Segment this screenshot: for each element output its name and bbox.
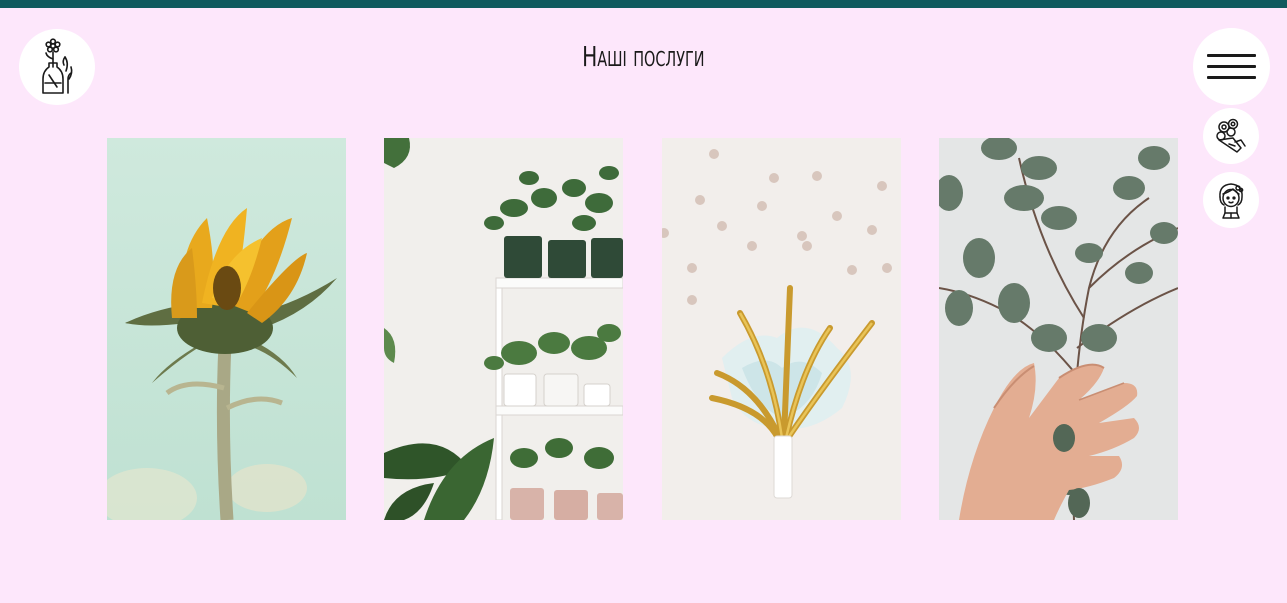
bouquet-icon [1216,118,1246,153]
flowers-in-vase-icon [42,38,73,94]
gallery-card-gift-ribbon[interactable] [662,138,901,520]
sunflower-photo [107,138,346,520]
golden-ribbon-photo [662,138,901,520]
florist-girl-icon [1219,183,1244,219]
gallery-card-eucalyptus-hand[interactable] [939,138,1178,520]
potted-plants-photo [384,138,623,520]
gallery-card-plant-shelf[interactable] [384,138,623,520]
florist-button[interactable] [1203,172,1259,228]
logo[interactable] [19,29,95,105]
bouquet-button[interactable] [1203,108,1259,164]
gallery-card-sunflower[interactable] [107,138,346,520]
menu-button[interactable] [1193,28,1270,105]
page-title: Наші послуги [582,40,705,73]
eucalyptus-hand-photo [939,138,1178,520]
top-accent-bar [0,0,1287,8]
